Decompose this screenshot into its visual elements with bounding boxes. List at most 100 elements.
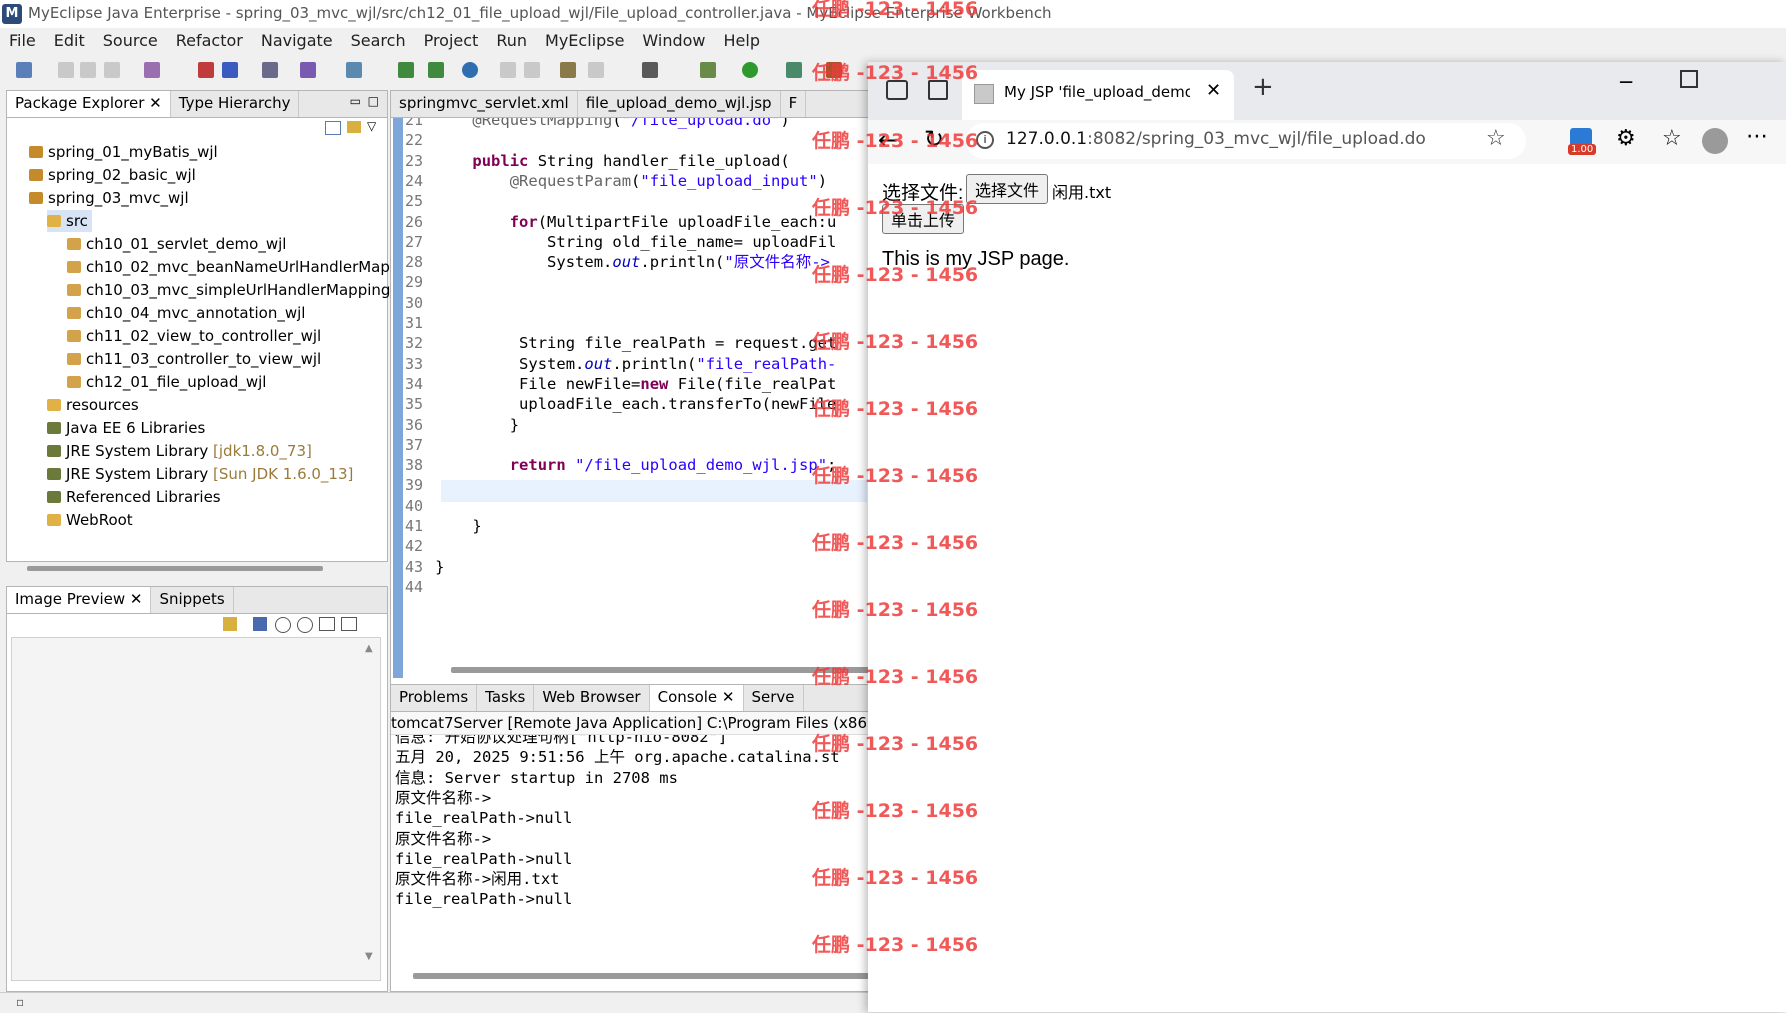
- tree-item-library[interactable]: Java EE 6 Libraries: [47, 417, 205, 439]
- debug-icon[interactable]: [700, 62, 716, 78]
- tab-servers[interactable]: Serve: [744, 685, 804, 711]
- save-icon[interactable]: [58, 62, 74, 78]
- new-tab-icon[interactable]: +: [1252, 72, 1274, 102]
- scroll-down-icon[interactable]: ▼: [365, 951, 373, 962]
- site-info-icon[interactable]: i: [976, 131, 994, 149]
- view-menu-icon[interactable]: ▽: [367, 119, 376, 133]
- save-all-icon[interactable]: [80, 62, 96, 78]
- tree-item-resources[interactable]: resources: [47, 394, 139, 416]
- code-line: 25: [405, 191, 435, 211]
- tree-item-project[interactable]: spring_03_mvc_wjl: [29, 187, 189, 209]
- tree-item-package[interactable]: ch10_04_mvc_annotation_wjl: [67, 302, 305, 324]
- tree-item-library[interactable]: JRE System Library [Sun JDK 1.6.0_13]: [47, 463, 353, 485]
- menu-myeclipse[interactable]: MyEclipse: [536, 28, 633, 54]
- tab-console[interactable]: Console ✕: [649, 685, 744, 711]
- code-line: 23 public String handler_file_upload(: [405, 151, 790, 171]
- tree-item-package[interactable]: ch10_02_mvc_beanNameUrlHandlerMap: [67, 256, 390, 278]
- tab-springmvc-servlet[interactable]: springmvc_servlet.xml: [391, 91, 578, 117]
- scroll-up-icon[interactable]: ▲: [365, 643, 373, 654]
- tree-item-project[interactable]: spring_01_myBatis_wjl: [29, 141, 218, 163]
- favorites-icon[interactable]: ☆: [1662, 126, 1682, 151]
- open-type-icon[interactable]: [560, 62, 576, 78]
- tab-package-explorer[interactable]: Package Explorer ✕: [7, 91, 171, 117]
- tab-image-preview[interactable]: Image Preview ✕: [7, 587, 152, 613]
- tree-item-package[interactable]: ch10_03_mvc_simpleUrlHandlerMapping: [67, 279, 390, 301]
- open-resource-icon[interactable]: [588, 62, 604, 78]
- editor-horizontal-scrollbar[interactable]: [451, 667, 871, 673]
- choose-file-button[interactable]: 选择文件: [966, 174, 1049, 204]
- menu-search[interactable]: Search: [342, 28, 415, 54]
- profile-avatar[interactable]: [1702, 128, 1728, 154]
- new-project-icon[interactable]: [144, 62, 160, 78]
- tomcat-icon[interactable]: [398, 62, 414, 78]
- zoom-in-icon[interactable]: [297, 617, 313, 633]
- run-icon[interactable]: [742, 62, 758, 78]
- run-server-icon[interactable]: [428, 62, 444, 78]
- menu-run[interactable]: Run: [487, 28, 536, 54]
- globe-icon[interactable]: [462, 62, 478, 78]
- browser-tab-active[interactable]: My JSP 'file_upload_demo_wjl.jsp' ✕: [962, 70, 1234, 120]
- package-icon[interactable]: [198, 62, 214, 78]
- link-editor-icon[interactable]: [347, 121, 361, 133]
- minimize-icon[interactable]: ▭: [350, 94, 361, 108]
- image-preview-canvas: [11, 637, 381, 981]
- maximize-window-icon[interactable]: [1680, 70, 1698, 88]
- menu-edit[interactable]: Edit: [45, 28, 94, 54]
- horizontal-scrollbar[interactable]: [27, 566, 323, 571]
- menu-file[interactable]: File: [0, 28, 45, 54]
- new-icon[interactable]: [16, 62, 32, 78]
- favorite-star-icon[interactable]: ☆: [1486, 126, 1506, 151]
- tab-type-hierarchy[interactable]: Type Hierarchy: [171, 91, 300, 117]
- tab-tasks[interactable]: Tasks: [477, 685, 535, 711]
- tree-item-library[interactable]: Referenced Libraries: [47, 486, 221, 508]
- tab-problems[interactable]: Problems: [391, 685, 478, 711]
- more-menu-icon[interactable]: ⋯: [1746, 124, 1768, 149]
- maximize-icon[interactable]: □: [368, 94, 379, 108]
- tree-item-package[interactable]: ch12_01_file_upload_wjl: [67, 371, 266, 393]
- tree-item-package[interactable]: ch11_02_view_to_controller_wjl: [67, 325, 321, 347]
- page-favicon-icon: [974, 84, 994, 104]
- forward-icon[interactable]: [524, 62, 540, 78]
- tab-web-browser[interactable]: Web Browser: [534, 685, 650, 711]
- package-icon: [67, 330, 81, 342]
- menu-window[interactable]: Window: [633, 28, 714, 54]
- collapse-all-icon[interactable]: [325, 121, 341, 135]
- tab-file-upload-controller[interactable]: F: [781, 91, 807, 117]
- actual-size-icon[interactable]: [319, 617, 335, 631]
- class-icon[interactable]: [222, 62, 238, 78]
- sync-icon[interactable]: [223, 617, 237, 631]
- tree-item-package[interactable]: ch10_01_servlet_demo_wjl: [67, 233, 286, 255]
- tab-file-upload-jsp[interactable]: file_upload_demo_wjl.jsp: [578, 91, 781, 117]
- deploy-icon[interactable]: [300, 62, 316, 78]
- back-icon[interactable]: [500, 62, 516, 78]
- zoom-out-icon[interactable]: [275, 617, 291, 633]
- url-field[interactable]: i 127.0.0.1:8082/spring_03_mvc_wjl/file_…: [966, 123, 1526, 159]
- menu-project[interactable]: Project: [415, 28, 488, 54]
- fit-window-icon[interactable]: [341, 617, 357, 631]
- tree-item-library[interactable]: JRE System Library [jdk1.8.0_73]: [47, 440, 312, 462]
- tree-item-package[interactable]: ch11_03_controller_to_view_wjl: [67, 348, 321, 370]
- close-tab-icon[interactable]: ✕: [1206, 80, 1221, 101]
- tree-item-project[interactable]: spring_02_basic_wjl: [29, 164, 196, 186]
- terminal-icon[interactable]: [642, 62, 658, 78]
- menu-refactor[interactable]: Refactor: [167, 28, 252, 54]
- minimize-window-icon[interactable]: ─: [1620, 70, 1632, 94]
- search-icon[interactable]: [346, 62, 362, 78]
- print-icon[interactable]: [104, 62, 120, 78]
- server-icon[interactable]: [262, 62, 278, 78]
- fit-image-icon[interactable]: [253, 617, 267, 631]
- external-tools-icon[interactable]: [786, 62, 802, 78]
- menu-source[interactable]: Source: [94, 28, 167, 54]
- menu-help[interactable]: Help: [715, 28, 769, 54]
- line-number: 35: [405, 395, 424, 414]
- status-icon: ▫: [16, 995, 25, 1009]
- code-area[interactable]: 21 @RequestMapping("/file_upload.do") 22 2…: [405, 118, 867, 658]
- code-line: 27 String old_file_name= uploadFil: [405, 232, 836, 252]
- extensions-puzzle-icon[interactable]: ⚙: [1616, 126, 1636, 151]
- tree-item-webroot[interactable]: WebRoot: [47, 509, 133, 531]
- console-output[interactable]: 信息: 开始协议处理句柄["http-nio-8082"] 五月 20, 2025…: [391, 735, 869, 975]
- tree-item-src[interactable]: src: [47, 210, 92, 232]
- tab-snippets[interactable]: Snippets: [151, 587, 234, 613]
- menu-navigate[interactable]: Navigate: [252, 28, 342, 54]
- console-horizontal-scrollbar[interactable]: [413, 973, 869, 979]
